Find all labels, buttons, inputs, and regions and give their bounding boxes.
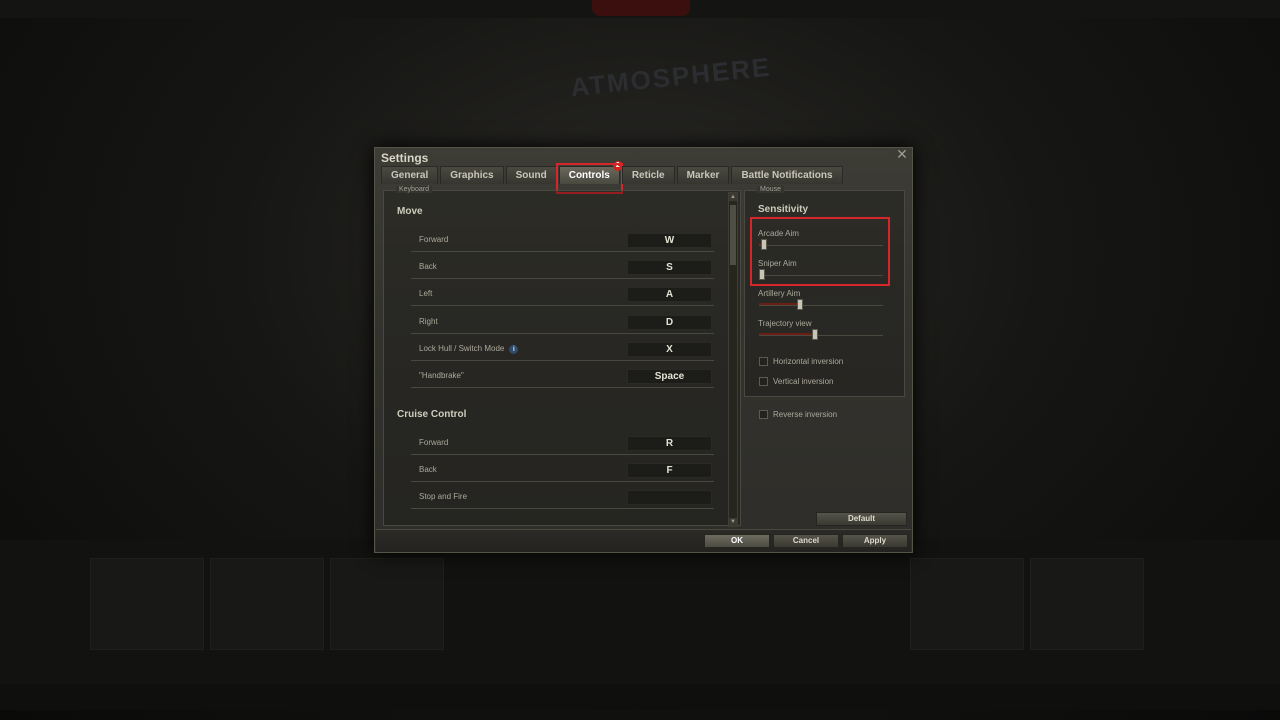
key-row: Right D — [384, 308, 714, 334]
key-row: Lock Hull / Switch Mode i X — [384, 335, 714, 361]
row-divider — [411, 481, 714, 482]
move-heading: Move — [397, 206, 423, 217]
reverse-inversion-option[interactable]: Reverse inversion — [759, 408, 837, 420]
key-row: Left A — [384, 280, 714, 306]
info-icon[interactable]: i — [509, 345, 519, 354]
key-row: Back S — [384, 253, 714, 279]
action-label: Lock Hull / Switch Mode — [419, 344, 505, 353]
cruise-control-heading: Cruise Control — [397, 409, 467, 420]
scroll-up-icon[interactable]: ▲ — [729, 193, 737, 201]
row-divider — [411, 305, 714, 306]
slider-thumb[interactable] — [812, 329, 818, 340]
default-button[interactable]: Default — [816, 512, 907, 526]
key-binding-button[interactable]: F — [627, 463, 712, 478]
trajectory-view-label: Trajectory view — [758, 319, 812, 328]
key-row: Forward W — [384, 226, 714, 252]
trajectory-view-slider[interactable] — [759, 329, 883, 340]
sensitivity-highlight-box — [750, 217, 890, 286]
action-label: Forward — [419, 235, 449, 244]
settings-dialog: Settings ✕ General Graphics Sound Contro… — [374, 147, 913, 553]
tab-sound[interactable]: Sound — [505, 166, 557, 184]
row-divider — [411, 251, 714, 252]
vehicle-card — [90, 558, 204, 650]
action-label: Stop and Fire — [419, 492, 468, 501]
horizontal-inversion-option[interactable]: Horizontal inversion — [759, 355, 843, 367]
vehicle-card — [330, 558, 444, 650]
vertical-inversion-label: Vertical inversion — [773, 376, 834, 386]
vertical-inversion-checkbox[interactable] — [759, 376, 768, 386]
key-binding-button[interactable]: X — [627, 342, 712, 357]
apply-button[interactable]: Apply — [842, 534, 908, 548]
dialog-title: Settings — [381, 151, 429, 165]
action-label: "Handbrake" — [419, 371, 464, 380]
vehicle-card — [1030, 558, 1144, 650]
scroll-thumb[interactable] — [730, 205, 736, 265]
key-row: Back F — [384, 456, 714, 482]
key-binding-button[interactable]: A — [627, 287, 712, 302]
settings-tabs: General Graphics Sound Controls 2 Reticl… — [381, 161, 845, 194]
close-icon[interactable]: ✕ — [895, 148, 909, 162]
row-divider — [411, 278, 714, 279]
tab-controls[interactable]: Controls 2 — [555, 161, 623, 194]
keyboard-panel: Keyboard Move Forward W Back S Left A Ri… — [383, 186, 741, 526]
key-row: "Handbrake" Space — [384, 362, 714, 388]
key-binding-button[interactable] — [627, 490, 712, 505]
horizontal-inversion-checkbox[interactable] — [759, 356, 768, 366]
tab-graphics[interactable]: Graphics — [440, 166, 504, 184]
key-row: Forward R — [384, 429, 714, 455]
action-label: Back — [419, 465, 437, 474]
key-binding-button[interactable]: R — [627, 436, 712, 451]
row-divider — [411, 508, 714, 509]
key-binding-button[interactable]: W — [627, 233, 712, 248]
row-divider — [411, 333, 714, 334]
row-divider — [411, 454, 714, 455]
key-row: Stop and Fire — [384, 483, 714, 509]
cancel-button[interactable]: Cancel — [773, 534, 839, 548]
keyboard-scrollbar[interactable]: ▲ ▼ — [728, 192, 738, 527]
sensitivity-heading: Sensitivity — [758, 204, 809, 215]
key-binding-button[interactable]: D — [627, 315, 712, 330]
action-label: Forward — [419, 438, 449, 447]
action-label-with-info: Lock Hull / Switch Mode i — [419, 344, 519, 354]
battle-button — [592, 0, 690, 16]
reverse-inversion-label: Reverse inversion — [773, 409, 838, 419]
horizontal-inversion-label: Horizontal inversion — [773, 356, 844, 366]
action-label: Back — [419, 262, 437, 271]
vehicle-card — [210, 558, 324, 650]
keyboard-group-label: Keyboard — [396, 186, 432, 193]
tab-general[interactable]: General — [381, 166, 439, 184]
reverse-inversion-checkbox[interactable] — [759, 409, 768, 419]
scroll-down-icon[interactable]: ▼ — [729, 518, 737, 526]
mouse-group-label: Mouse — [757, 186, 785, 193]
row-divider — [411, 387, 714, 388]
tab-reticle[interactable]: Reticle — [621, 166, 675, 184]
slider-fill — [759, 303, 799, 305]
vertical-inversion-option[interactable]: Vertical inversion — [759, 375, 833, 387]
action-label: Left — [419, 289, 433, 298]
artillery-aim-label: Artillery Aim — [758, 289, 801, 298]
tab-battle-notifications[interactable]: Battle Notifications — [731, 166, 843, 184]
key-binding-button[interactable]: S — [627, 260, 712, 275]
ok-button[interactable]: OK — [704, 534, 770, 548]
slider-fill — [759, 333, 814, 335]
key-binding-button[interactable]: Space — [627, 369, 712, 384]
artillery-aim-slider[interactable] — [759, 299, 883, 310]
slider-thumb[interactable] — [797, 299, 803, 310]
tab-marker[interactable]: Marker — [676, 166, 730, 184]
action-label: Right — [419, 317, 438, 326]
vehicle-card — [910, 558, 1024, 650]
game-bottom-bar — [0, 684, 1280, 710]
row-divider — [411, 360, 714, 361]
